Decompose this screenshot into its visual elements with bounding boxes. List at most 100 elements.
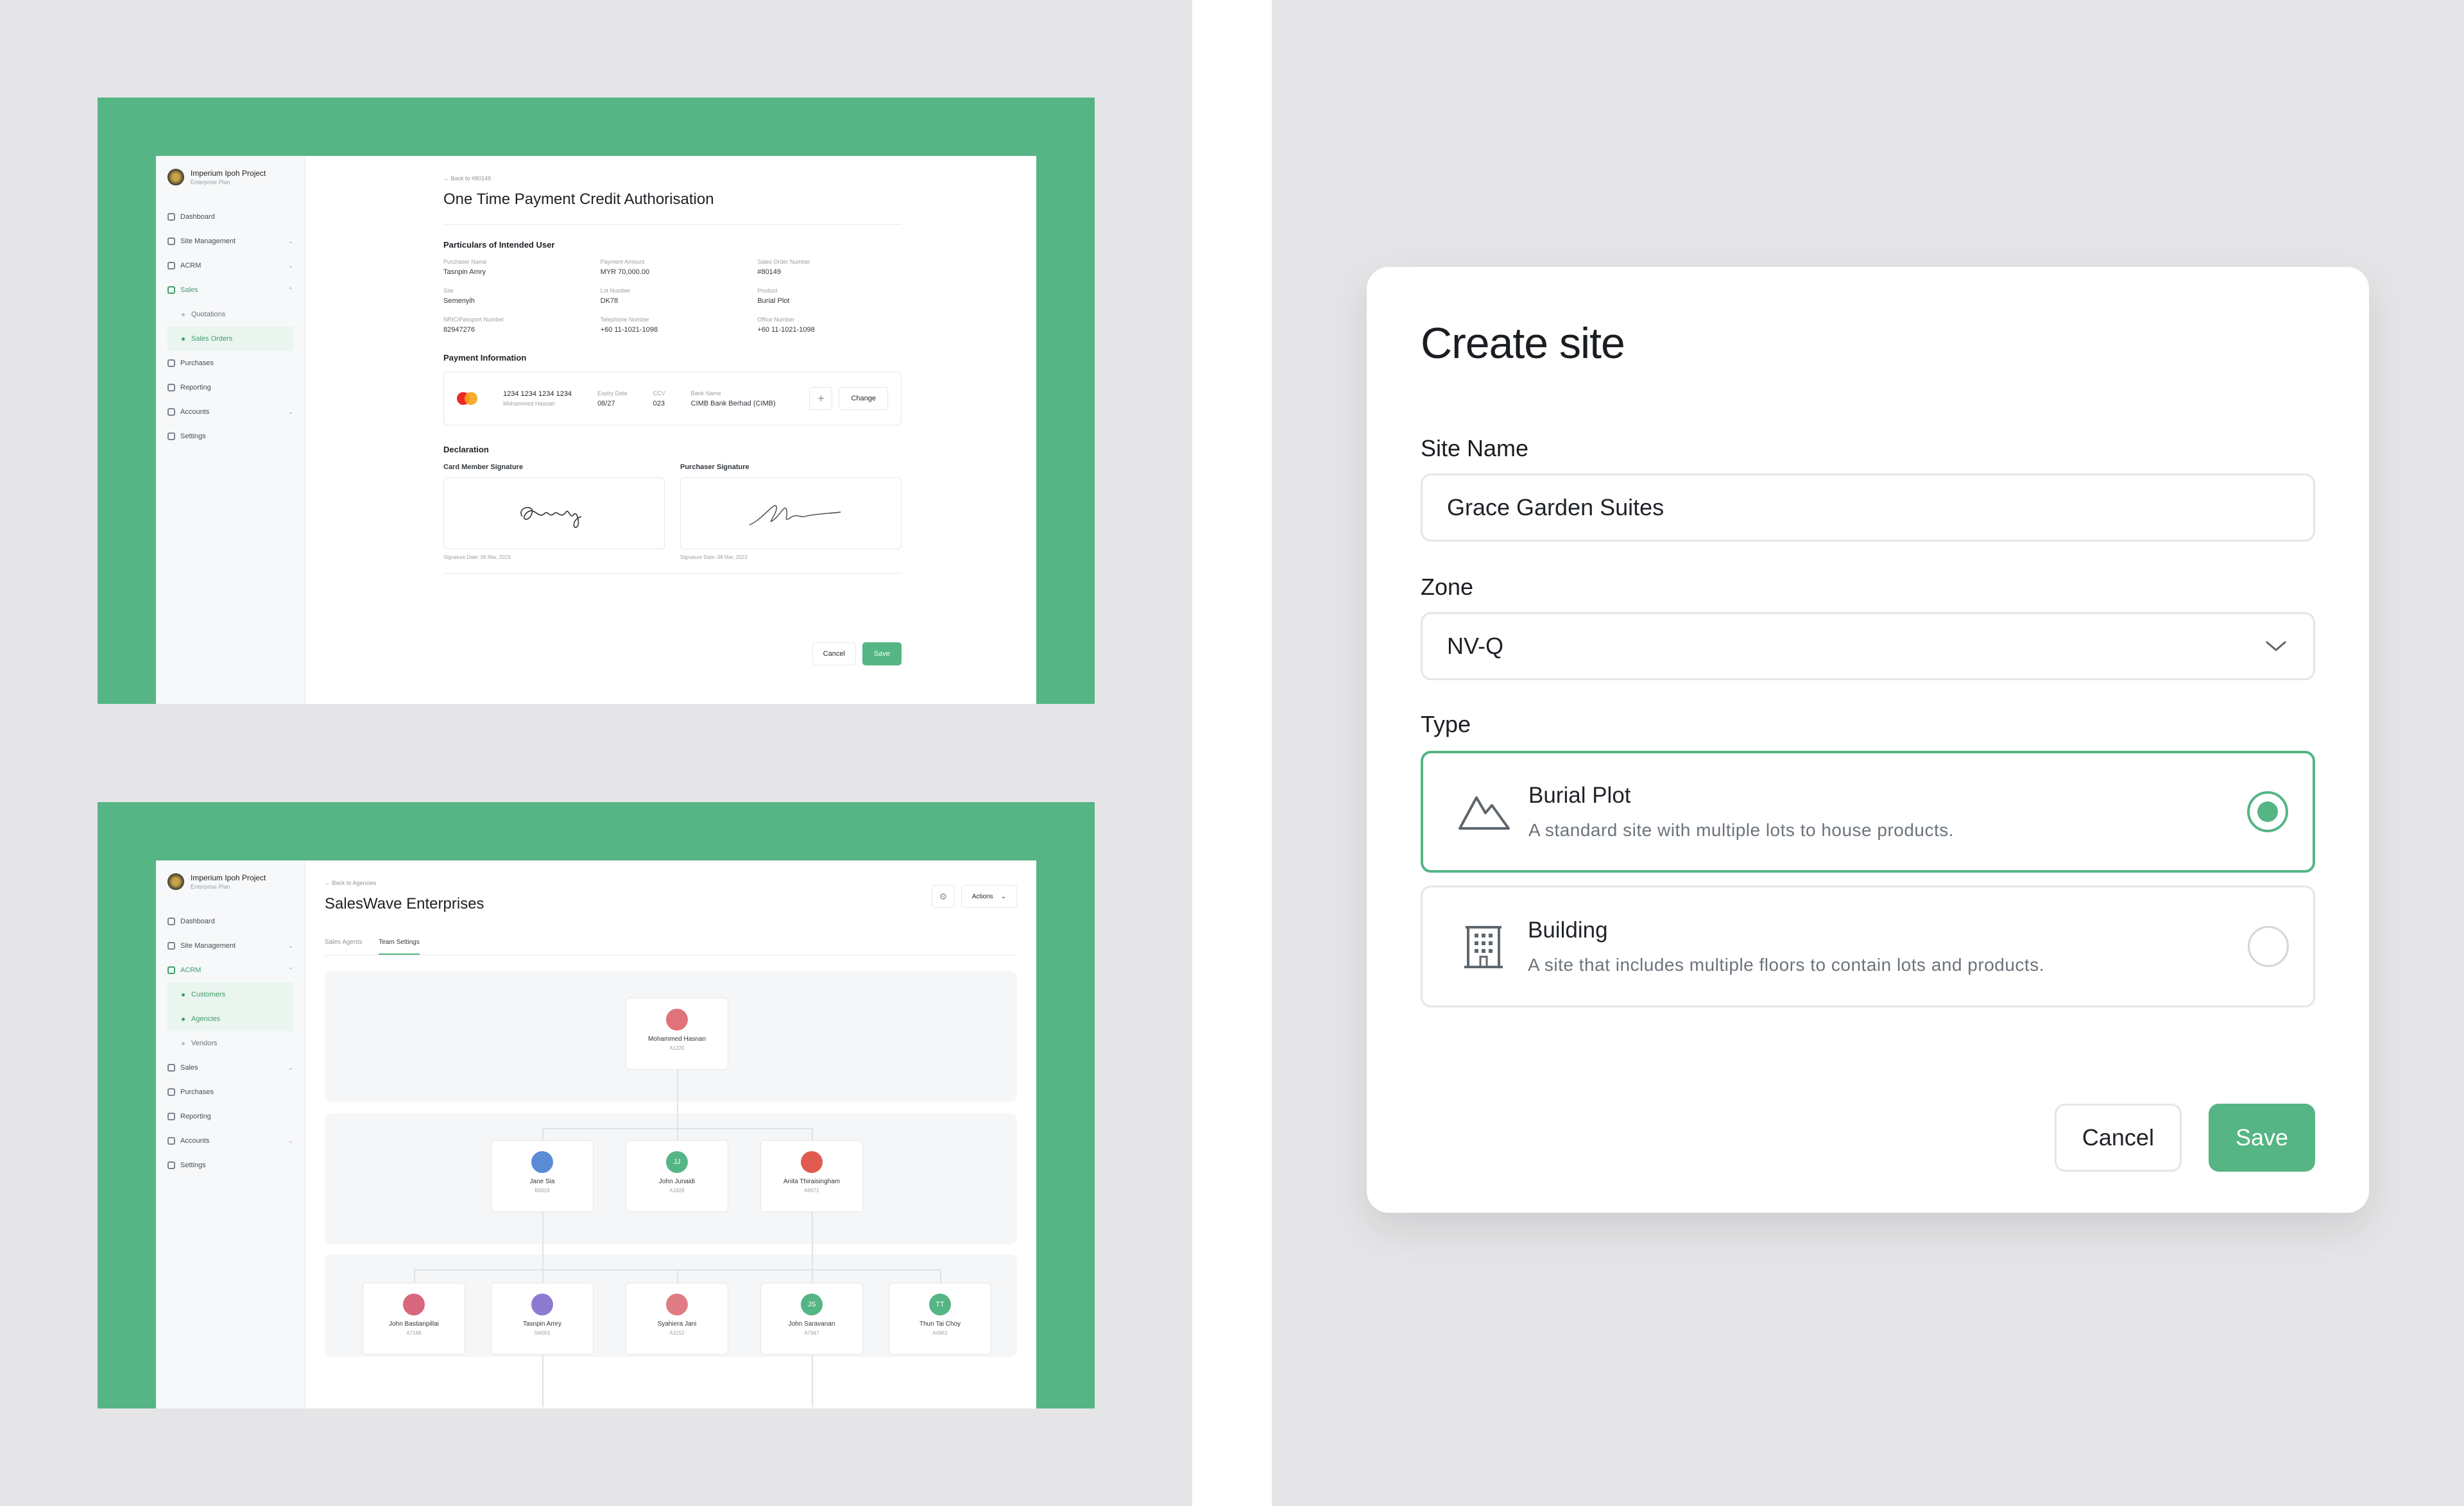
- add-card-button[interactable]: +: [809, 387, 833, 410]
- org-brand[interactable]: Imperium Ipoh Project Enterprise Plan: [167, 169, 293, 185]
- org-plan: Enterprise Plan: [191, 179, 230, 185]
- gear-icon: [167, 1161, 175, 1169]
- chevron-up-icon: ⌃: [287, 966, 293, 974]
- sidebar-item-reporting[interactable]: Reporting: [167, 375, 293, 400]
- cancel-button[interactable]: Cancel: [812, 642, 856, 665]
- sidebar-item-dashboard[interactable]: Dashboard: [167, 205, 293, 229]
- type-option-burial-plot[interactable]: Burial Plot A standard site with multipl…: [1421, 751, 2315, 873]
- member-code: A7947: [804, 1330, 819, 1336]
- field-value: Tasnpin Amry: [443, 268, 486, 276]
- payment-sidebar: Imperium Ipoh Project Enterprise Plan Da…: [156, 156, 305, 704]
- chevron-down-icon: ⌄: [287, 262, 293, 270]
- org-connector: [940, 1269, 941, 1283]
- sidebar-item-acrm[interactable]: ACRM ⌃: [167, 958, 293, 982]
- back-link[interactable]: ← Back to Agencies: [325, 880, 1017, 886]
- member-name: Tasnpin Amry: [522, 1321, 562, 1328]
- avatar: [403, 1294, 425, 1315]
- org-brand[interactable]: Imperium Ipoh Project Enterprise Plan: [167, 873, 293, 890]
- org-node[interactable]: John Bastianpillai A7188: [363, 1283, 465, 1355]
- chevron-down-icon: ⌄: [287, 408, 293, 416]
- particular-field: Sales Order Number #80149: [757, 259, 902, 276]
- field-value: 82947276: [443, 326, 475, 334]
- card-member-signature-box[interactable]: [443, 477, 665, 549]
- chevron-down-icon: ⌄: [287, 1137, 293, 1145]
- section-title-payment: Payment Information: [443, 353, 527, 363]
- back-link[interactable]: ← Back to #80149: [443, 175, 902, 182]
- org-logo: [167, 873, 184, 890]
- zone-label: Zone: [1421, 574, 1474, 600]
- sidebar-item-site-management[interactable]: Site Management ⌄: [167, 934, 293, 958]
- home-icon: [167, 213, 175, 221]
- site-name-label: Site Name: [1421, 435, 1529, 461]
- org-node[interactable]: Mohammed Hasnan A1220: [626, 998, 728, 1070]
- sidebar-item-vendors[interactable]: Vendors: [167, 1031, 293, 1056]
- sidebar-item-site-management[interactable]: Site Management ⌄: [167, 229, 293, 253]
- org-name: Imperium Ipoh Project: [191, 873, 266, 882]
- org-name: Imperium Ipoh Project: [191, 169, 266, 178]
- org-connector: [542, 1128, 812, 1129]
- sidebar-item-accounts[interactable]: Accounts ⌄: [167, 1129, 293, 1153]
- purchaser-signature-box[interactable]: [680, 477, 902, 549]
- sidebar-item-sales[interactable]: Sales ⌄: [167, 1056, 293, 1080]
- divider: [443, 224, 902, 225]
- sidebar-item-reporting[interactable]: Reporting: [167, 1104, 293, 1129]
- sidebar-item-accounts[interactable]: Accounts ⌄: [167, 400, 293, 424]
- users-icon: [167, 966, 175, 974]
- org-connector: [812, 1355, 813, 1407]
- avatar: [666, 1009, 688, 1031]
- expiry-label: Expiry Date: [597, 389, 628, 397]
- sidebar-item-customers[interactable]: Customers: [167, 982, 293, 1007]
- save-button[interactable]: Save: [862, 642, 902, 665]
- change-card-button[interactable]: Change: [839, 387, 888, 410]
- sidebar-item-settings[interactable]: Settings: [167, 1153, 293, 1177]
- payment-card: 1234 1234 1234 1234 Mohammed Hasnan Expi…: [443, 372, 902, 425]
- option-title: Burial Plot: [1528, 783, 1631, 808]
- sidebar-item-settings[interactable]: Settings: [167, 424, 293, 449]
- field-label: Purchaser Name: [443, 259, 487, 265]
- payment-preview-frame: Imperium Ipoh Project Enterprise Plan Da…: [98, 98, 1095, 704]
- org-node[interactable]: JJ John Junaidi A1828: [626, 1140, 728, 1212]
- payment-app-window: Imperium Ipoh Project Enterprise Plan Da…: [156, 156, 1036, 704]
- org-node[interactable]: Jane Sia B0019: [491, 1140, 594, 1212]
- particular-field: Site Semenyih: [443, 287, 588, 305]
- users-icon: [167, 262, 175, 270]
- settings-button[interactable]: ⚙: [931, 885, 955, 908]
- cancel-button[interactable]: Cancel: [2054, 1104, 2182, 1172]
- tab-sales-agents[interactable]: Sales Agents: [325, 939, 362, 955]
- document-actions: Cancel Save: [812, 642, 902, 665]
- radio-unselected[interactable]: [2248, 926, 2289, 967]
- sidebar-item-dashboard[interactable]: Dashboard: [167, 909, 293, 934]
- sidebar-item-purchases[interactable]: Purchases: [167, 351, 293, 375]
- org-node[interactable]: Syahiera Jani A3152: [626, 1283, 728, 1355]
- org-node[interactable]: TT Thun Tai Choy A4961: [889, 1283, 991, 1355]
- building-icon: [1455, 918, 1512, 975]
- actions-dropdown[interactable]: Actions ⌄: [961, 885, 1017, 908]
- sidebar-item-sales-orders[interactable]: Sales Orders: [167, 327, 293, 351]
- org-node[interactable]: Anita Thiraisingham A8671: [760, 1140, 863, 1212]
- sidebar-item-sales[interactable]: Sales ⌃: [167, 278, 293, 302]
- field-label: Payment Amount: [600, 259, 645, 265]
- zone-select[interactable]: NV-Q: [1421, 612, 2315, 680]
- card-holder: Mohammed Hasnan: [503, 400, 556, 407]
- bullet-icon: [182, 1041, 185, 1045]
- org-node[interactable]: Tasnpin Amry SM001: [491, 1283, 594, 1355]
- radio-selected[interactable]: [2247, 791, 2288, 832]
- sidebar-item-acrm[interactable]: ACRM ⌄: [167, 253, 293, 278]
- org-node[interactable]: JS John Saravanan A7947: [760, 1283, 863, 1355]
- sidebar-item-quotations[interactable]: Quotations: [167, 302, 293, 327]
- field-label: Site: [443, 287, 454, 294]
- sidebar-item-agencies[interactable]: Agencies: [167, 1007, 293, 1031]
- particular-field: Telephone Number +60 11-1021-1098: [601, 316, 745, 334]
- accounts-icon: [167, 408, 175, 416]
- type-option-building[interactable]: Building A site that includes multiple f…: [1421, 886, 2315, 1007]
- mountain-icon: [1455, 783, 1513, 841]
- sidebar-item-purchases[interactable]: Purchases: [167, 1080, 293, 1104]
- card-member-signature-label: Card Member Signature: [443, 463, 524, 471]
- field-label: Sales Order Number: [757, 259, 810, 265]
- option-description: A standard site with multiple lots to ho…: [1528, 820, 1955, 840]
- tab-team-settings[interactable]: Team Settings: [379, 939, 420, 955]
- report-icon: [167, 384, 175, 391]
- type-label: Type: [1421, 711, 1471, 737]
- save-button[interactable]: Save: [2208, 1104, 2315, 1172]
- site-name-input[interactable]: Grace Garden Suites: [1421, 474, 2315, 542]
